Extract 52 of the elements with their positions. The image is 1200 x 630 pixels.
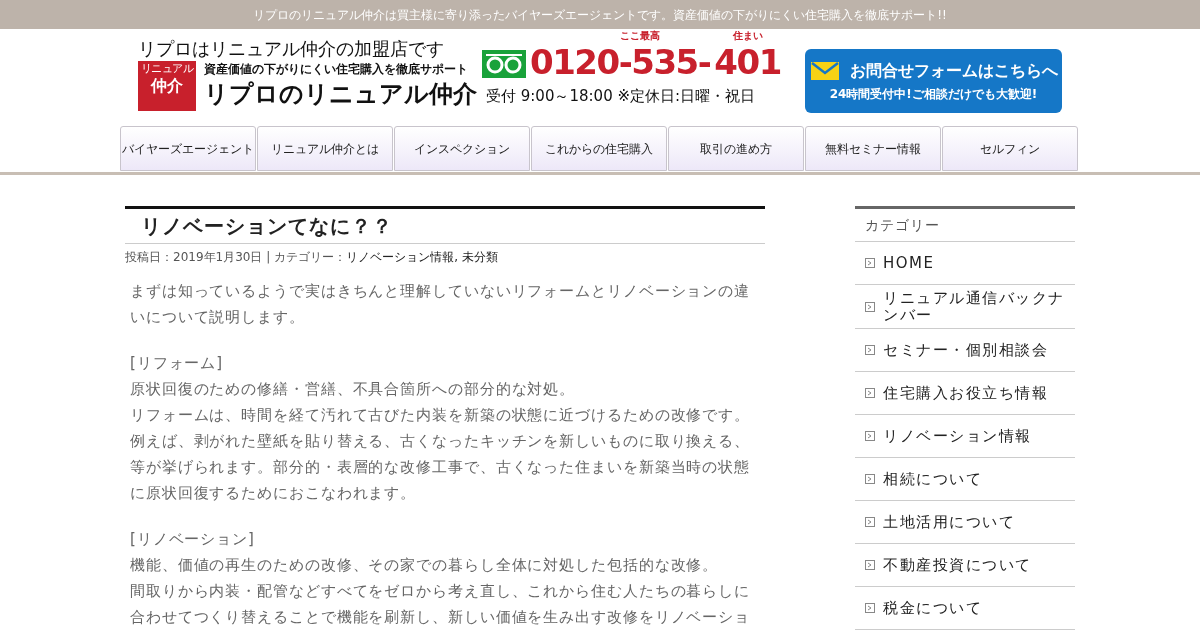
arrow-box-icon xyxy=(865,301,875,312)
nav-tab[interactable]: これからの住宅購入 xyxy=(531,126,667,171)
site-name: リプロのリニュアル仲介 xyxy=(204,79,477,110)
paragraph: まずは知っているようで実はきちんと理解していないリフォームとリノベーションの違いについて説明します。 xyxy=(130,281,752,328)
paragraph: 間取りから内装・配管などすべてをゼロから考え直し、これから住む人たちの暮らしに合わせてつくり替えることで機能を刷新し、新しい価値を生み出す改修をリノベーショ xyxy=(130,581,752,628)
separator: , xyxy=(454,250,458,264)
paragraph: [リフォーム] xyxy=(130,353,224,374)
nav-tab[interactable]: バイヤーズエージェント xyxy=(120,126,256,171)
arrow-box-icon xyxy=(865,603,875,613)
category-item[interactable]: 土地活用について xyxy=(855,501,1075,544)
phone-number[interactable]: 0120-535- xyxy=(530,41,711,83)
arrow-box-icon xyxy=(865,388,875,398)
arrow-box-icon xyxy=(865,258,875,269)
arrow-box-icon xyxy=(865,431,875,441)
category-item[interactable]: 住宅購入お役立ち情報 xyxy=(855,372,1075,415)
phone-note: ここ最高 xyxy=(619,31,660,41)
free-dial-icon xyxy=(482,50,526,78)
arrow-box-icon xyxy=(865,345,875,355)
arrow-box-icon xyxy=(865,517,875,527)
category-item[interactable]: 相続について xyxy=(855,458,1075,501)
category-item[interactable]: リニュアル通信バックナンバー xyxy=(855,285,1075,329)
logo[interactable]: リニュアル 仲介 xyxy=(138,61,196,111)
paragraph: 原状回復のための修繕・営繕、不具合箇所への部分的な対処。 xyxy=(130,379,577,400)
category-item[interactable]: HOME xyxy=(855,242,1075,286)
article-title: リノベーションてなに？？ xyxy=(141,213,393,240)
category-link[interactable]: 未分類 xyxy=(461,250,498,264)
arrow-box-icon xyxy=(865,560,875,570)
paragraph: リフォームは、時間を経て汚れて古びた内装を新築の状態に近づけるための改修です。 xyxy=(130,405,752,426)
nav-tab[interactable]: リニュアル仲介とは xyxy=(257,126,393,171)
nav-tab[interactable]: セルフィン xyxy=(942,126,1078,171)
category-item[interactable]: セミナー・個別相談会 xyxy=(855,329,1075,372)
top-banner-text: リプロのリニュアル仲介は買主様に寄り添ったバイヤーズエージェントです。資産価値の下がりにくい住宅購入を徹底サポート!! xyxy=(253,6,947,24)
post-date: 投稿日：2019年1月30日 | カテゴリー： xyxy=(125,250,347,264)
category-item[interactable]: 税金について xyxy=(855,587,1075,630)
nav-tab[interactable]: 取引の進め方 xyxy=(668,126,804,171)
contact-button[interactable]: お問合せフォームはこちらへ 24時間受付中!ご相談だけでも大歓迎! xyxy=(805,49,1062,113)
paragraph: [リノベーション] xyxy=(130,529,256,550)
category-item[interactable]: 不動産投資について xyxy=(855,544,1075,587)
business-hours: 受付 9:00～18:00 ※定休日:日曜・祝日 xyxy=(485,86,757,107)
phone-number[interactable]: 401 xyxy=(714,41,781,83)
sidebar-title: カテゴリー xyxy=(865,215,940,235)
category-link[interactable]: リノベーション情報 xyxy=(346,250,455,264)
paragraph: 機能、価値の再生のための改修、その家での暮らし全体に対処した包括的な改修。 xyxy=(130,555,720,576)
nav-tab[interactable]: インスペクション xyxy=(394,126,530,171)
tagline: リプロはリニュアル仲介の加盟店です xyxy=(138,37,445,61)
nav-tab[interactable]: 無料セミナー情報 xyxy=(805,126,941,171)
envelope-icon xyxy=(809,61,840,81)
phone-note: 住まい xyxy=(732,31,763,41)
subtitle: 資産価値の下がりにくい住宅購入を徹底サポート xyxy=(204,61,469,77)
arrow-box-icon xyxy=(865,474,875,484)
category-item[interactable]: リノベーション情報 xyxy=(855,415,1075,458)
paragraph: 例えば、剥がれた壁紙を貼り替える、古くなったキッチンを新しいものに取り換える、等が挙げられます。部分的・表層的な改修工事で、古くなった住まいを新築当時の状態に原状回復するためにおこなわれます。 xyxy=(130,431,752,504)
